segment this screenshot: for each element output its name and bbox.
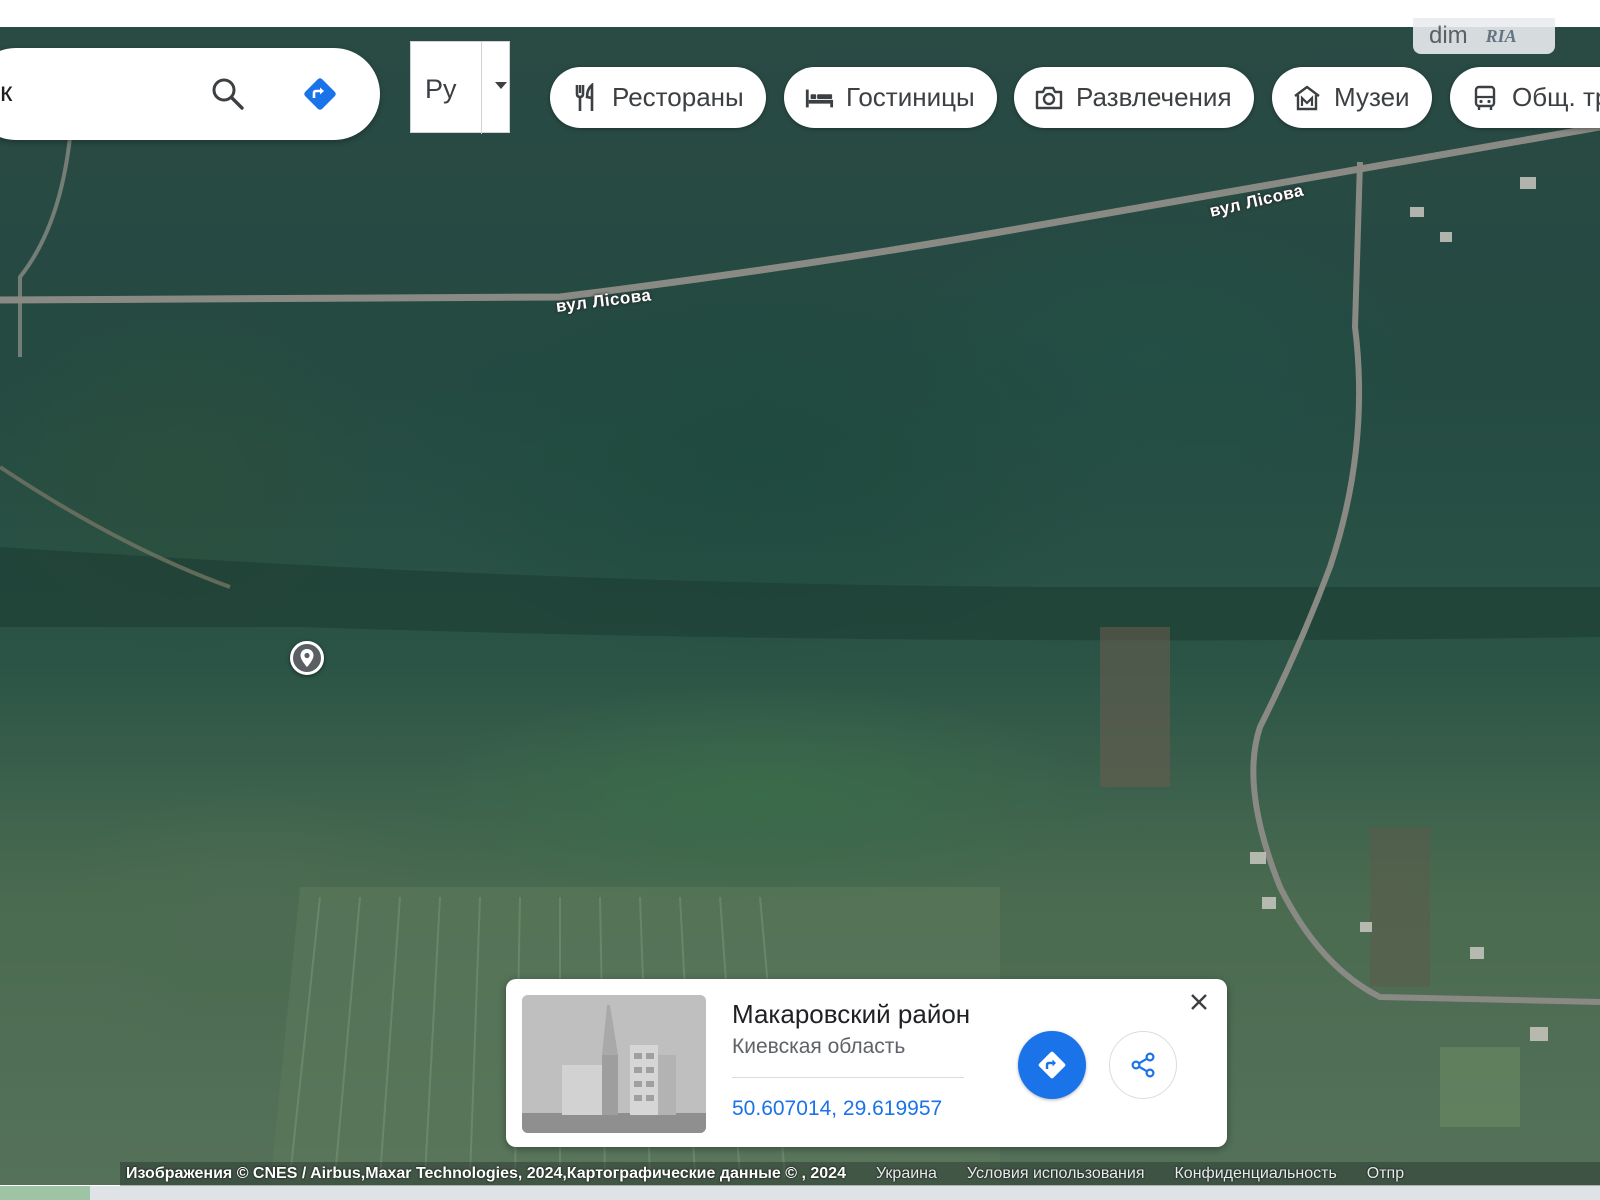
dim-ria-logo: dim RIA — [1413, 18, 1555, 54]
card-divider — [732, 1077, 964, 1078]
chip-entertainment[interactable]: Развлечения — [1014, 67, 1254, 128]
place-title: Макаровский район — [732, 999, 971, 1029]
language-value: Ру — [425, 74, 457, 104]
chip-museums-label: Музеи — [1334, 82, 1410, 112]
map-attribution-bar: Изображения © CNES / Airbus,Maxar Techno… — [120, 1162, 1600, 1186]
search-box[interactable]: к — [0, 48, 380, 140]
chip-hotels[interactable]: Гостиницы — [784, 67, 997, 128]
directions-icon[interactable] — [300, 74, 340, 114]
chip-restaurants[interactable]: Рестораны — [550, 67, 766, 128]
share-icon — [1131, 1052, 1155, 1078]
chip-hotels-label: Гостиницы — [846, 82, 975, 112]
bottom-strip — [0, 1186, 1600, 1200]
chip-transit-label: Общ. тр — [1512, 82, 1600, 112]
card-share-button[interactable] — [1109, 1031, 1177, 1099]
privacy-link[interactable]: Конфиденциальность — [1174, 1165, 1336, 1183]
search-input[interactable]: к — [0, 76, 12, 108]
logo-text: dim — [1429, 22, 1468, 49]
museum-icon — [1292, 83, 1322, 113]
app-window: вул Лісова вул Лісова к Ру Рестораны Гос… — [0, 0, 1600, 1200]
chip-transit[interactable]: Общ. тр — [1450, 67, 1600, 128]
send-feedback-link[interactable]: Отпр — [1367, 1165, 1404, 1183]
place-coordinates[interactable]: 50.607014, 29.619957 — [732, 1097, 942, 1121]
search-icon[interactable] — [210, 76, 246, 112]
country-label: Украина — [875, 1165, 937, 1182]
chip-restaurants-label: Рестораны — [612, 82, 744, 112]
place-subtitle: Киевская область — [732, 1035, 906, 1058]
fork-knife-icon — [570, 82, 600, 113]
language-divider — [481, 42, 482, 134]
bed-icon — [804, 83, 834, 113]
language-select[interactable]: Ру — [410, 41, 510, 134]
location-pin-icon[interactable] — [290, 641, 324, 675]
bus-icon — [1470, 83, 1500, 113]
place-thumbnail[interactable] — [522, 995, 706, 1133]
logo-badge-text: RIA — [1485, 25, 1517, 46]
chip-museums[interactable]: Музеи — [1272, 67, 1432, 128]
directions-icon — [1038, 1051, 1066, 1079]
camera-icon — [1034, 83, 1064, 113]
card-directions-button[interactable] — [1018, 1031, 1086, 1099]
place-info-card[interactable]: Макаровский район Киевская область 50.60… — [506, 979, 1227, 1147]
imagery-attribution: Изображения © CNES / Airbus,Maxar Techno… — [126, 1165, 846, 1182]
chevron-down-icon[interactable] — [495, 82, 507, 89]
chip-entertainment-label: Развлечения — [1076, 82, 1232, 112]
terms-link[interactable]: Условия использования — [967, 1165, 1145, 1183]
close-icon[interactable] — [1186, 989, 1212, 1015]
